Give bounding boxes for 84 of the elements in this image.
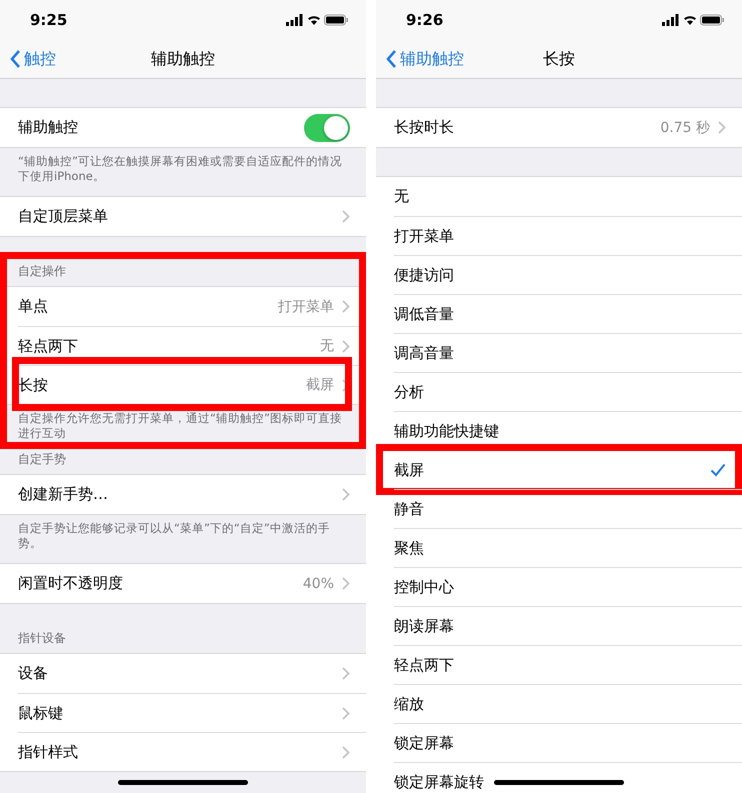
row-label: 便捷访问 (394, 266, 454, 284)
settings-row[interactable]: 静音 (394, 489, 742, 528)
settings-row[interactable]: 截屏 (394, 450, 742, 489)
back-button[interactable]: 触控 (0, 48, 56, 70)
chevron-icon (342, 667, 350, 680)
settings-row[interactable]: 便捷访问 (394, 255, 742, 294)
section-footer: “辅助触控”可让您在触摸屏幕有困难或需要自适应配件的情况下使用iPhone。 (0, 148, 366, 190)
row-value: 无 (320, 337, 334, 355)
settings-row[interactable]: 打开菜单 (394, 216, 742, 255)
section-header: 指针设备 (18, 630, 66, 647)
row-label: 长按时长 (394, 118, 454, 137)
row-label: 鼠标键 (18, 704, 63, 722)
row-label: 打开菜单 (394, 226, 454, 246)
settings-row[interactable]: 轻点两下 无 (18, 326, 366, 365)
settings-row[interactable]: 锁定屏幕 (394, 723, 742, 762)
settings-row[interactable]: 鼠标键 (18, 693, 366, 732)
status-icons-drawing (286, 14, 348, 26)
row-label: 长按 (18, 376, 48, 394)
row-label: 调低音量 (394, 304, 454, 324)
row-label: 无 (394, 187, 409, 206)
section-footer: 自定操作允许您无需打开菜单，通过“辅助触控”图标即可直接进行互动 (0, 405, 366, 447)
settings-row[interactable]: 自定顶层菜单 (18, 197, 366, 236)
row-label: 锁定屏幕旋转 (394, 772, 484, 792)
settings-row[interactable]: 指针样式 (18, 732, 366, 771)
chevron-icon (718, 121, 726, 134)
status-time: 9:25 (30, 11, 68, 29)
row-label: 辅助功能快捷键 (394, 422, 499, 440)
chevron-icon (342, 488, 350, 501)
section-header: 自定手势 (18, 451, 66, 468)
screen-title: 辅助触控 (151, 48, 215, 70)
chevron-icon (342, 210, 350, 223)
row-label: 创建新手势… (18, 485, 108, 504)
section-footer: 自定手势让您能够记录可以从“菜单”下的“自定”中激活的手势。 (0, 515, 366, 557)
settings-row[interactable]: 控制中心 (394, 567, 742, 606)
chevron-icon (342, 706, 350, 720)
settings-row[interactable]: 闲置时不透明度 40% (18, 564, 366, 603)
row-label: 缩放 (394, 694, 424, 714)
screen-title: 长按 (543, 48, 575, 70)
status-icons-drawing (662, 14, 724, 26)
row-value: 0.75 秒 (660, 118, 710, 136)
settings-row[interactable]: 缩放 (394, 684, 742, 723)
row-label: 静音 (394, 500, 424, 518)
toggle-switch[interactable] (304, 114, 350, 142)
row-label: 朗读屏幕 (394, 616, 454, 636)
settings-row[interactable]: 调高音量 (394, 333, 742, 372)
settings-row[interactable]: 轻点两下 (394, 645, 742, 684)
settings-row[interactable]: 长按时长 0.75 秒 (394, 108, 742, 147)
settings-row[interactable]: 无 (394, 177, 742, 216)
row-label: 单点 (18, 297, 48, 316)
row-label: 闲置时不透明度 (18, 574, 123, 593)
settings-row[interactable]: 创建新手势… (18, 475, 366, 514)
settings-row[interactable]: 分析 (394, 372, 742, 411)
row-value: 截屏 (306, 376, 334, 394)
row-label: 分析 (394, 382, 424, 402)
row-label: 调高音量 (394, 344, 454, 362)
row-value: 40% (302, 576, 334, 592)
row-label: 轻点两下 (394, 656, 454, 674)
settings-row[interactable]: 长按 截屏 (18, 365, 366, 404)
settings-row[interactable]: 辅助触控 (18, 108, 366, 147)
chevron-icon (342, 300, 350, 313)
back-button[interactable]: 辅助触控 (376, 48, 464, 70)
settings-row[interactable]: 辅助功能快捷键 (394, 411, 742, 450)
row-label: 锁定屏幕 (394, 734, 454, 752)
row-label: 控制中心 (394, 578, 454, 596)
row-label: 聚焦 (394, 538, 424, 558)
row-value: 打开菜单 (278, 298, 334, 316)
section-header: 自定操作 (18, 263, 66, 280)
settings-row[interactable]: 聚焦 (394, 528, 742, 567)
chevron-icon (342, 577, 350, 590)
row-label: 轻点两下 (18, 336, 78, 356)
chevron-icon (342, 340, 350, 352)
chevron-icon (342, 746, 350, 758)
status-time: 9:26 (406, 11, 444, 29)
back-chevron-icon (10, 50, 21, 68)
row-label: 辅助触控 (18, 118, 78, 137)
settings-row[interactable]: 设备 (18, 654, 366, 693)
settings-row[interactable]: 调低音量 (394, 294, 742, 333)
row-label: 指针样式 (18, 742, 78, 762)
back-chevron-icon (386, 50, 397, 68)
row-label: 截屏 (394, 460, 424, 480)
settings-row[interactable]: 朗读屏幕 (394, 606, 742, 645)
settings-row[interactable]: 单点 打开菜单 (18, 287, 366, 326)
row-label: 设备 (18, 664, 48, 683)
row-label: 自定顶层菜单 (18, 207, 108, 226)
